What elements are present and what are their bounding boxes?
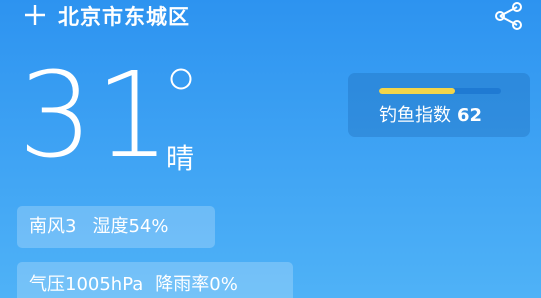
fishing-index-label: 钓鱼指数 <box>379 105 451 126</box>
plus-icon[interactable] <box>24 4 46 26</box>
degree-symbol-icon <box>170 68 192 90</box>
weather-condition: 晴 <box>166 142 195 175</box>
share-icon[interactable] <box>491 1 525 31</box>
fishing-index-bar-fill <box>379 88 455 94</box>
fishing-index-card[interactable]: 钓鱼指数 62 <box>348 73 530 137</box>
location-title[interactable]: 北京市东城区 <box>58 2 190 32</box>
temperature-value: 31 <box>18 46 173 184</box>
wind-humidity-pill: 南风3 湿度54% <box>17 206 215 248</box>
wind-text: 南风3 <box>29 216 77 237</box>
precipitation-text: 降雨率0% <box>155 274 238 295</box>
fishing-index-value: 62 <box>457 105 483 126</box>
pressure-text: 气压1005hPa <box>29 274 144 295</box>
fishing-index-bar <box>379 88 501 94</box>
pressure-rain-pill: 气压1005hPa 降雨率0% <box>17 262 293 298</box>
humidity-text: 湿度54% <box>92 216 169 237</box>
fishing-index-text: 钓鱼指数 62 <box>379 105 482 127</box>
top-bar: 北京市东城区 <box>0 0 541 36</box>
